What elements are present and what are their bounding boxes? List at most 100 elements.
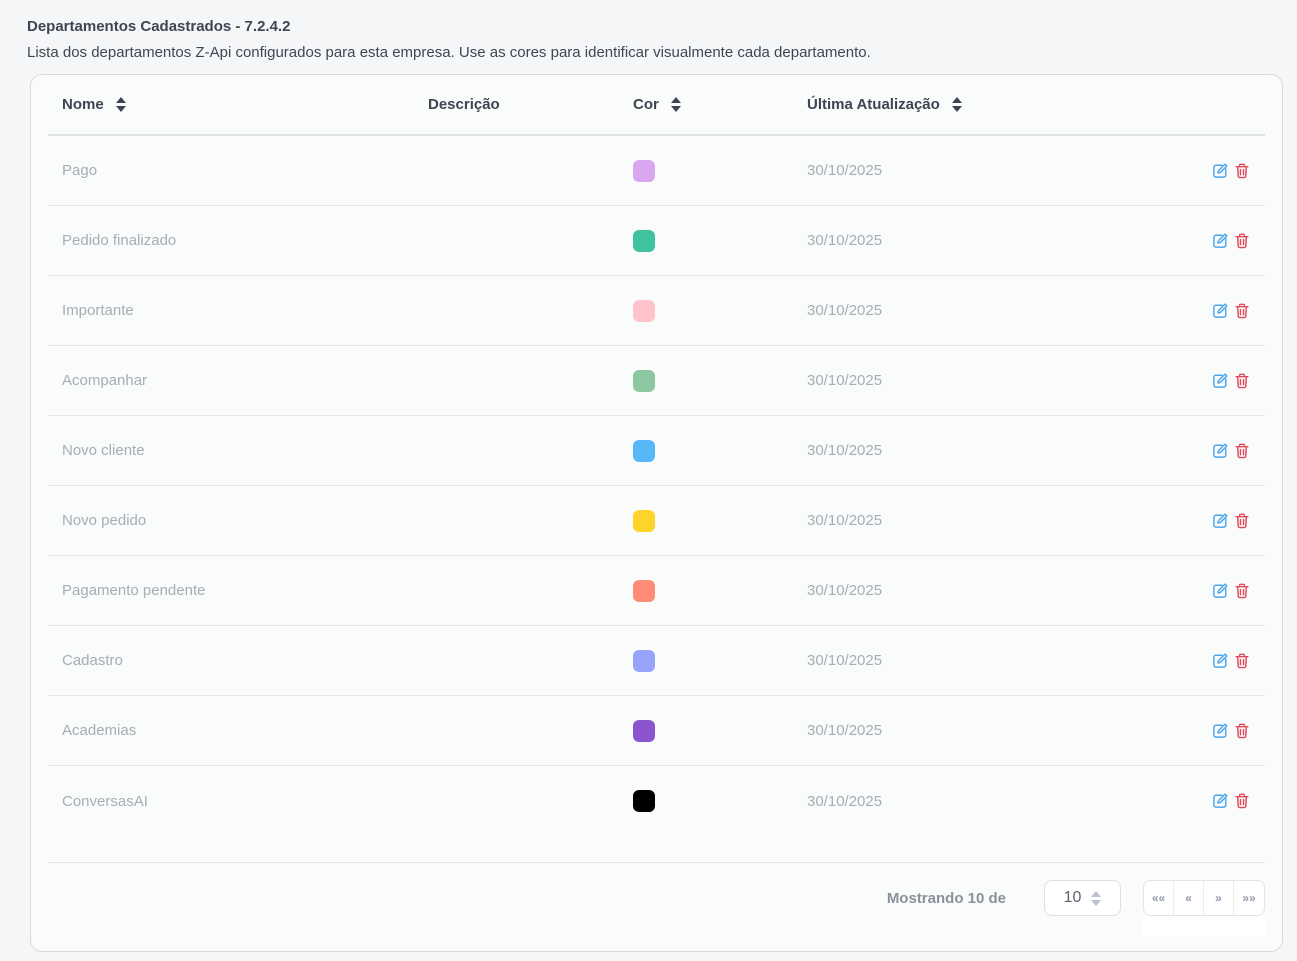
edit-icon[interactable] bbox=[1211, 162, 1229, 180]
pagination-next-button[interactable]: » bbox=[1204, 881, 1234, 915]
sort-icon[interactable] bbox=[116, 97, 126, 112]
pagination-group: «« « » »» bbox=[1143, 880, 1265, 916]
pagination: «« « » »» bbox=[1143, 880, 1265, 916]
row-actions bbox=[1175, 302, 1265, 320]
row-actions bbox=[1175, 652, 1265, 670]
delete-icon[interactable] bbox=[1233, 442, 1251, 460]
showing-count-label: Mostrando 10 de bbox=[887, 890, 1006, 907]
pagination-last-button[interactable]: »» bbox=[1234, 881, 1264, 915]
column-header-cor-label: Cor bbox=[633, 96, 659, 113]
edit-icon[interactable] bbox=[1211, 722, 1229, 740]
edit-icon[interactable] bbox=[1211, 652, 1229, 670]
edit-icon[interactable] bbox=[1211, 792, 1229, 810]
department-name: Academias bbox=[48, 722, 428, 739]
color-swatch bbox=[633, 370, 655, 392]
table-row: Academias 30/10/2025 bbox=[48, 696, 1265, 766]
department-name: Pago bbox=[48, 162, 428, 179]
department-name: Pedido finalizado bbox=[48, 232, 428, 249]
last-update-date: 30/10/2025 bbox=[807, 582, 1175, 599]
color-swatch bbox=[633, 650, 655, 672]
delete-icon[interactable] bbox=[1233, 512, 1251, 530]
pagination-first-button[interactable]: «« bbox=[1144, 881, 1174, 915]
table-row: Novo pedido 30/10/2025 bbox=[48, 486, 1265, 556]
column-header-nome-label: Nome bbox=[62, 96, 104, 113]
departments-card: Nome Descrição Cor Última Atualização Pa… bbox=[30, 74, 1283, 952]
department-name: Novo pedido bbox=[48, 512, 428, 529]
last-update-date: 30/10/2025 bbox=[807, 372, 1175, 389]
delete-icon[interactable] bbox=[1233, 792, 1251, 810]
row-actions bbox=[1175, 232, 1265, 250]
last-update-date: 30/10/2025 bbox=[807, 793, 1175, 810]
row-actions bbox=[1175, 162, 1265, 180]
edit-icon[interactable] bbox=[1211, 232, 1229, 250]
color-swatch bbox=[633, 300, 655, 322]
color-swatch bbox=[633, 440, 655, 462]
delete-icon[interactable] bbox=[1233, 372, 1251, 390]
column-header-ultima-atualizacao[interactable]: Última Atualização bbox=[807, 96, 1175, 113]
pagination-prev-button[interactable]: « bbox=[1174, 881, 1204, 915]
column-header-ultima-atualizacao-label: Última Atualização bbox=[807, 96, 940, 113]
last-update-date: 30/10/2025 bbox=[807, 302, 1175, 319]
color-swatch bbox=[633, 720, 655, 742]
row-actions bbox=[1175, 372, 1265, 390]
color-swatch bbox=[633, 580, 655, 602]
edit-icon[interactable] bbox=[1211, 372, 1229, 390]
department-name: Cadastro bbox=[48, 652, 428, 669]
delete-icon[interactable] bbox=[1233, 162, 1251, 180]
last-update-date: 30/10/2025 bbox=[807, 722, 1175, 739]
page-size-value: 10 bbox=[1064, 889, 1082, 907]
delete-icon[interactable] bbox=[1233, 652, 1251, 670]
table-row: ConversasAI 30/10/2025 bbox=[48, 766, 1265, 836]
color-swatch bbox=[633, 510, 655, 532]
spinner-up-down-icon[interactable] bbox=[1091, 891, 1101, 906]
row-actions bbox=[1175, 722, 1265, 740]
department-name: Novo cliente bbox=[48, 442, 428, 459]
edit-icon[interactable] bbox=[1211, 442, 1229, 460]
table-header-row: Nome Descrição Cor Última Atualização bbox=[48, 75, 1265, 136]
column-header-cor[interactable]: Cor bbox=[633, 96, 807, 113]
page-subtitle: Lista dos departamentos Z-Api configurad… bbox=[27, 44, 1297, 61]
last-update-date: 30/10/2025 bbox=[807, 442, 1175, 459]
pagination-panel bbox=[1143, 916, 1265, 936]
sort-icon[interactable] bbox=[671, 97, 681, 112]
color-swatch bbox=[633, 160, 655, 182]
department-name: Pagamento pendente bbox=[48, 582, 428, 599]
page: Departamentos Cadastrados - 7.2.4.2 List… bbox=[0, 0, 1297, 952]
last-update-date: 30/10/2025 bbox=[807, 232, 1175, 249]
column-header-descricao-label: Descrição bbox=[428, 96, 500, 113]
table-bottom-spacer bbox=[48, 836, 1265, 862]
delete-icon[interactable] bbox=[1233, 232, 1251, 250]
delete-icon[interactable] bbox=[1233, 582, 1251, 600]
edit-icon[interactable] bbox=[1211, 512, 1229, 530]
table-footer: Mostrando 10 de 10 «« « » »» bbox=[48, 862, 1265, 951]
table-row: Novo cliente 30/10/2025 bbox=[48, 416, 1265, 486]
table-row: Pagamento pendente 30/10/2025 bbox=[48, 556, 1265, 626]
column-header-nome[interactable]: Nome bbox=[48, 96, 428, 113]
color-swatch bbox=[633, 790, 655, 812]
table-row: Cadastro 30/10/2025 bbox=[48, 626, 1265, 696]
page-title: Departamentos Cadastrados - 7.2.4.2 bbox=[27, 18, 1297, 35]
row-actions bbox=[1175, 582, 1265, 600]
edit-icon[interactable] bbox=[1211, 302, 1229, 320]
table-row: Pago 30/10/2025 bbox=[48, 136, 1265, 206]
sort-icon[interactable] bbox=[952, 97, 962, 112]
row-actions bbox=[1175, 442, 1265, 460]
last-update-date: 30/10/2025 bbox=[807, 512, 1175, 529]
department-name: Acompanhar bbox=[48, 372, 428, 389]
table-body: Pago 30/10/2025 bbox=[48, 136, 1265, 836]
table-row: Pedido finalizado 30/10/2025 bbox=[48, 206, 1265, 276]
last-update-date: 30/10/2025 bbox=[807, 162, 1175, 179]
edit-icon[interactable] bbox=[1211, 582, 1229, 600]
department-name: Importante bbox=[48, 302, 428, 319]
last-update-date: 30/10/2025 bbox=[807, 652, 1175, 669]
column-header-descricao: Descrição bbox=[428, 96, 633, 113]
delete-icon[interactable] bbox=[1233, 302, 1251, 320]
delete-icon[interactable] bbox=[1233, 722, 1251, 740]
department-name: ConversasAI bbox=[48, 793, 428, 810]
table-row: Acompanhar 30/10/2025 bbox=[48, 346, 1265, 416]
table-row: Importante 30/10/2025 bbox=[48, 276, 1265, 346]
row-actions bbox=[1175, 512, 1265, 530]
color-swatch bbox=[633, 230, 655, 252]
row-actions bbox=[1175, 792, 1265, 810]
page-size-input[interactable]: 10 bbox=[1044, 880, 1121, 916]
